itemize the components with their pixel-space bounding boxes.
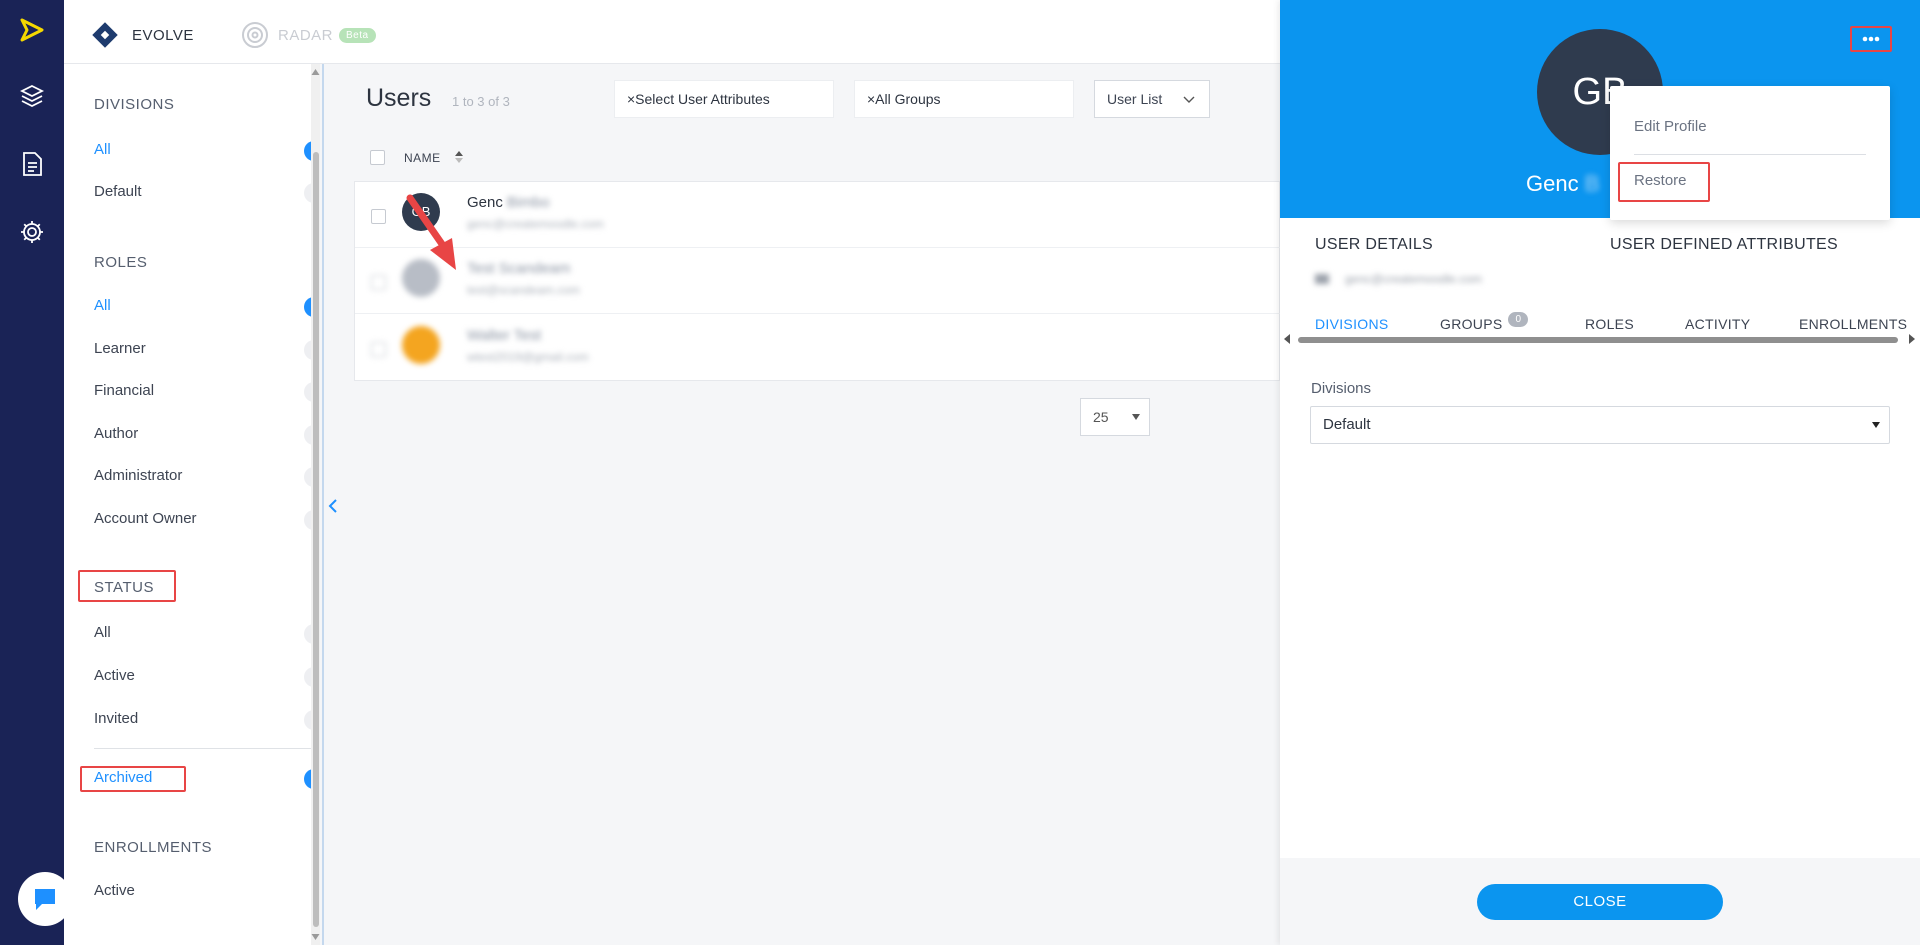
filter-status-active[interactable]: Active7: [94, 667, 320, 689]
tab-activity[interactable]: ACTIVITY: [1685, 316, 1750, 332]
filter-role-account-owner[interactable]: Account Owner2: [94, 510, 320, 532]
archived-highlight-box: [80, 766, 186, 792]
groups-filter[interactable]: ×All Groups: [854, 80, 1074, 118]
user-details-heading[interactable]: USER DETAILS: [1315, 236, 1433, 254]
scroll-up-icon[interactable]: [311, 68, 320, 76]
groups-count-badge: 0: [1508, 312, 1529, 327]
filter-division-all[interactable]: All11: [94, 141, 320, 163]
divisions-label: Divisions: [1311, 380, 1372, 397]
filter-role-all[interactable]: All3: [94, 297, 320, 319]
document-icon[interactable]: [16, 148, 48, 180]
filter-status-all[interactable]: All14: [94, 624, 320, 646]
profile-options-menu: Edit Profile Restore: [1610, 86, 1890, 220]
user-attributes-filter[interactable]: ×Select User Attributes: [614, 80, 834, 118]
user-email: test@scandeam.com: [467, 283, 580, 297]
chevron-down-icon: [1183, 96, 1195, 103]
select-all-checkbox[interactable]: [370, 150, 385, 165]
tabs-scrollbar[interactable]: [1298, 337, 1898, 343]
edit-profile-item[interactable]: Edit Profile: [1634, 118, 1707, 135]
filter-enrollment-active[interactable]: Active: [94, 882, 320, 904]
logo-icon[interactable]: [16, 14, 48, 46]
more-options-button[interactable]: [1850, 26, 1892, 52]
users-table: GB Genc Bimbo genc@createmoodle.com Test…: [354, 181, 1281, 381]
status-highlight-box: [78, 570, 176, 602]
filter-role-author[interactable]: Author0: [94, 425, 320, 447]
beta-badge: Beta: [339, 27, 376, 43]
nav-rail: [0, 0, 72, 945]
tab-enrollments[interactable]: ENROLLMENTS: [1799, 316, 1907, 332]
user-defined-attributes-heading[interactable]: USER DEFINED ATTRIBUTES: [1610, 236, 1838, 254]
main-content: Users 1 to 3 of 3 ×Select User Attribute…: [324, 64, 1281, 945]
menu-divider: [1634, 154, 1866, 155]
filter-sidebar: DIVISIONS All11 Default11 ROLES All3 Lea…: [64, 64, 320, 945]
panel-email: genc@createmoodle.com: [1345, 272, 1482, 286]
user-first-name[interactable]: Genc: [467, 194, 503, 211]
sort-icon[interactable]: [454, 150, 464, 164]
scroll-down-icon[interactable]: [311, 933, 320, 941]
divisions-select[interactable]: Default: [1310, 406, 1890, 444]
layers-icon[interactable]: [16, 80, 48, 112]
table-row[interactable]: Test Scandeam test@scandeam.com: [355, 248, 1281, 314]
filter-division-default[interactable]: Default11: [94, 183, 320, 205]
row-checkbox[interactable]: [371, 342, 386, 357]
status-divider: [94, 748, 320, 749]
red-arrow-annotation: [406, 194, 456, 270]
row-checkbox[interactable]: [371, 209, 386, 224]
page-title: Users: [366, 84, 432, 112]
mail-icon: [1315, 274, 1329, 284]
filter-role-learner[interactable]: Learner0: [94, 340, 320, 362]
tabs-scroll-left-icon[interactable]: [1283, 334, 1291, 344]
enrollments-title: ENROLLMENTS: [94, 839, 213, 856]
gear-icon[interactable]: [16, 216, 48, 248]
filter-status-invited[interactable]: Invited4: [94, 710, 320, 732]
row-checkbox[interactable]: [371, 275, 386, 290]
column-name-header[interactable]: NAME: [404, 151, 441, 165]
sidebar-scroll-thumb[interactable]: [313, 152, 319, 927]
tab-roles[interactable]: ROLES: [1585, 316, 1634, 332]
radar-icon: [242, 22, 268, 48]
filter-role-financial[interactable]: Financial0: [94, 382, 320, 404]
user-email: genc@createmoodle.com: [467, 217, 604, 231]
result-range: 1 to 3 of 3: [452, 94, 510, 109]
page-size-select[interactable]: 25: [1080, 398, 1150, 436]
user-name[interactable]: Walter Test: [467, 327, 541, 344]
top-bar: EVOLVE RADAR Beta: [64, 0, 1280, 64]
user-email: wtest2019@gmail.com: [467, 350, 589, 364]
tab-divisions[interactable]: DIVISIONS: [1315, 316, 1389, 332]
caret-down-icon: [1132, 414, 1140, 420]
divisions-title: DIVISIONS: [94, 96, 175, 113]
restore-highlight-box: [1618, 162, 1710, 202]
radar-label: RADAR: [278, 26, 334, 44]
avatar: [402, 326, 440, 364]
user-last-name[interactable]: Bimbo: [507, 194, 550, 211]
evolve-label: EVOLVE: [132, 26, 194, 44]
caret-down-icon: [1872, 422, 1880, 428]
profile-name: Genc B: [1526, 171, 1600, 196]
evolve-link[interactable]: EVOLVE: [90, 20, 194, 50]
tab-groups[interactable]: GROUPS 0: [1440, 312, 1529, 334]
close-button[interactable]: CLOSE: [1477, 884, 1723, 920]
view-select[interactable]: User List: [1094, 80, 1210, 118]
table-row[interactable]: Walter Test wtest2019@gmail.com: [355, 315, 1281, 381]
ellipsis-icon: [1862, 36, 1880, 42]
filter-role-administrator[interactable]: Administrator1: [94, 467, 320, 489]
chat-icon: [35, 889, 55, 910]
radar-link[interactable]: RADAR Beta: [240, 20, 376, 50]
tabs-scroll-right-icon[interactable]: [1908, 334, 1916, 344]
evolve-logo-icon: [92, 22, 118, 48]
user-name[interactable]: Test Scandeam: [467, 260, 570, 277]
roles-title: ROLES: [94, 254, 148, 271]
table-row[interactable]: GB Genc Bimbo genc@createmoodle.com: [355, 182, 1281, 248]
